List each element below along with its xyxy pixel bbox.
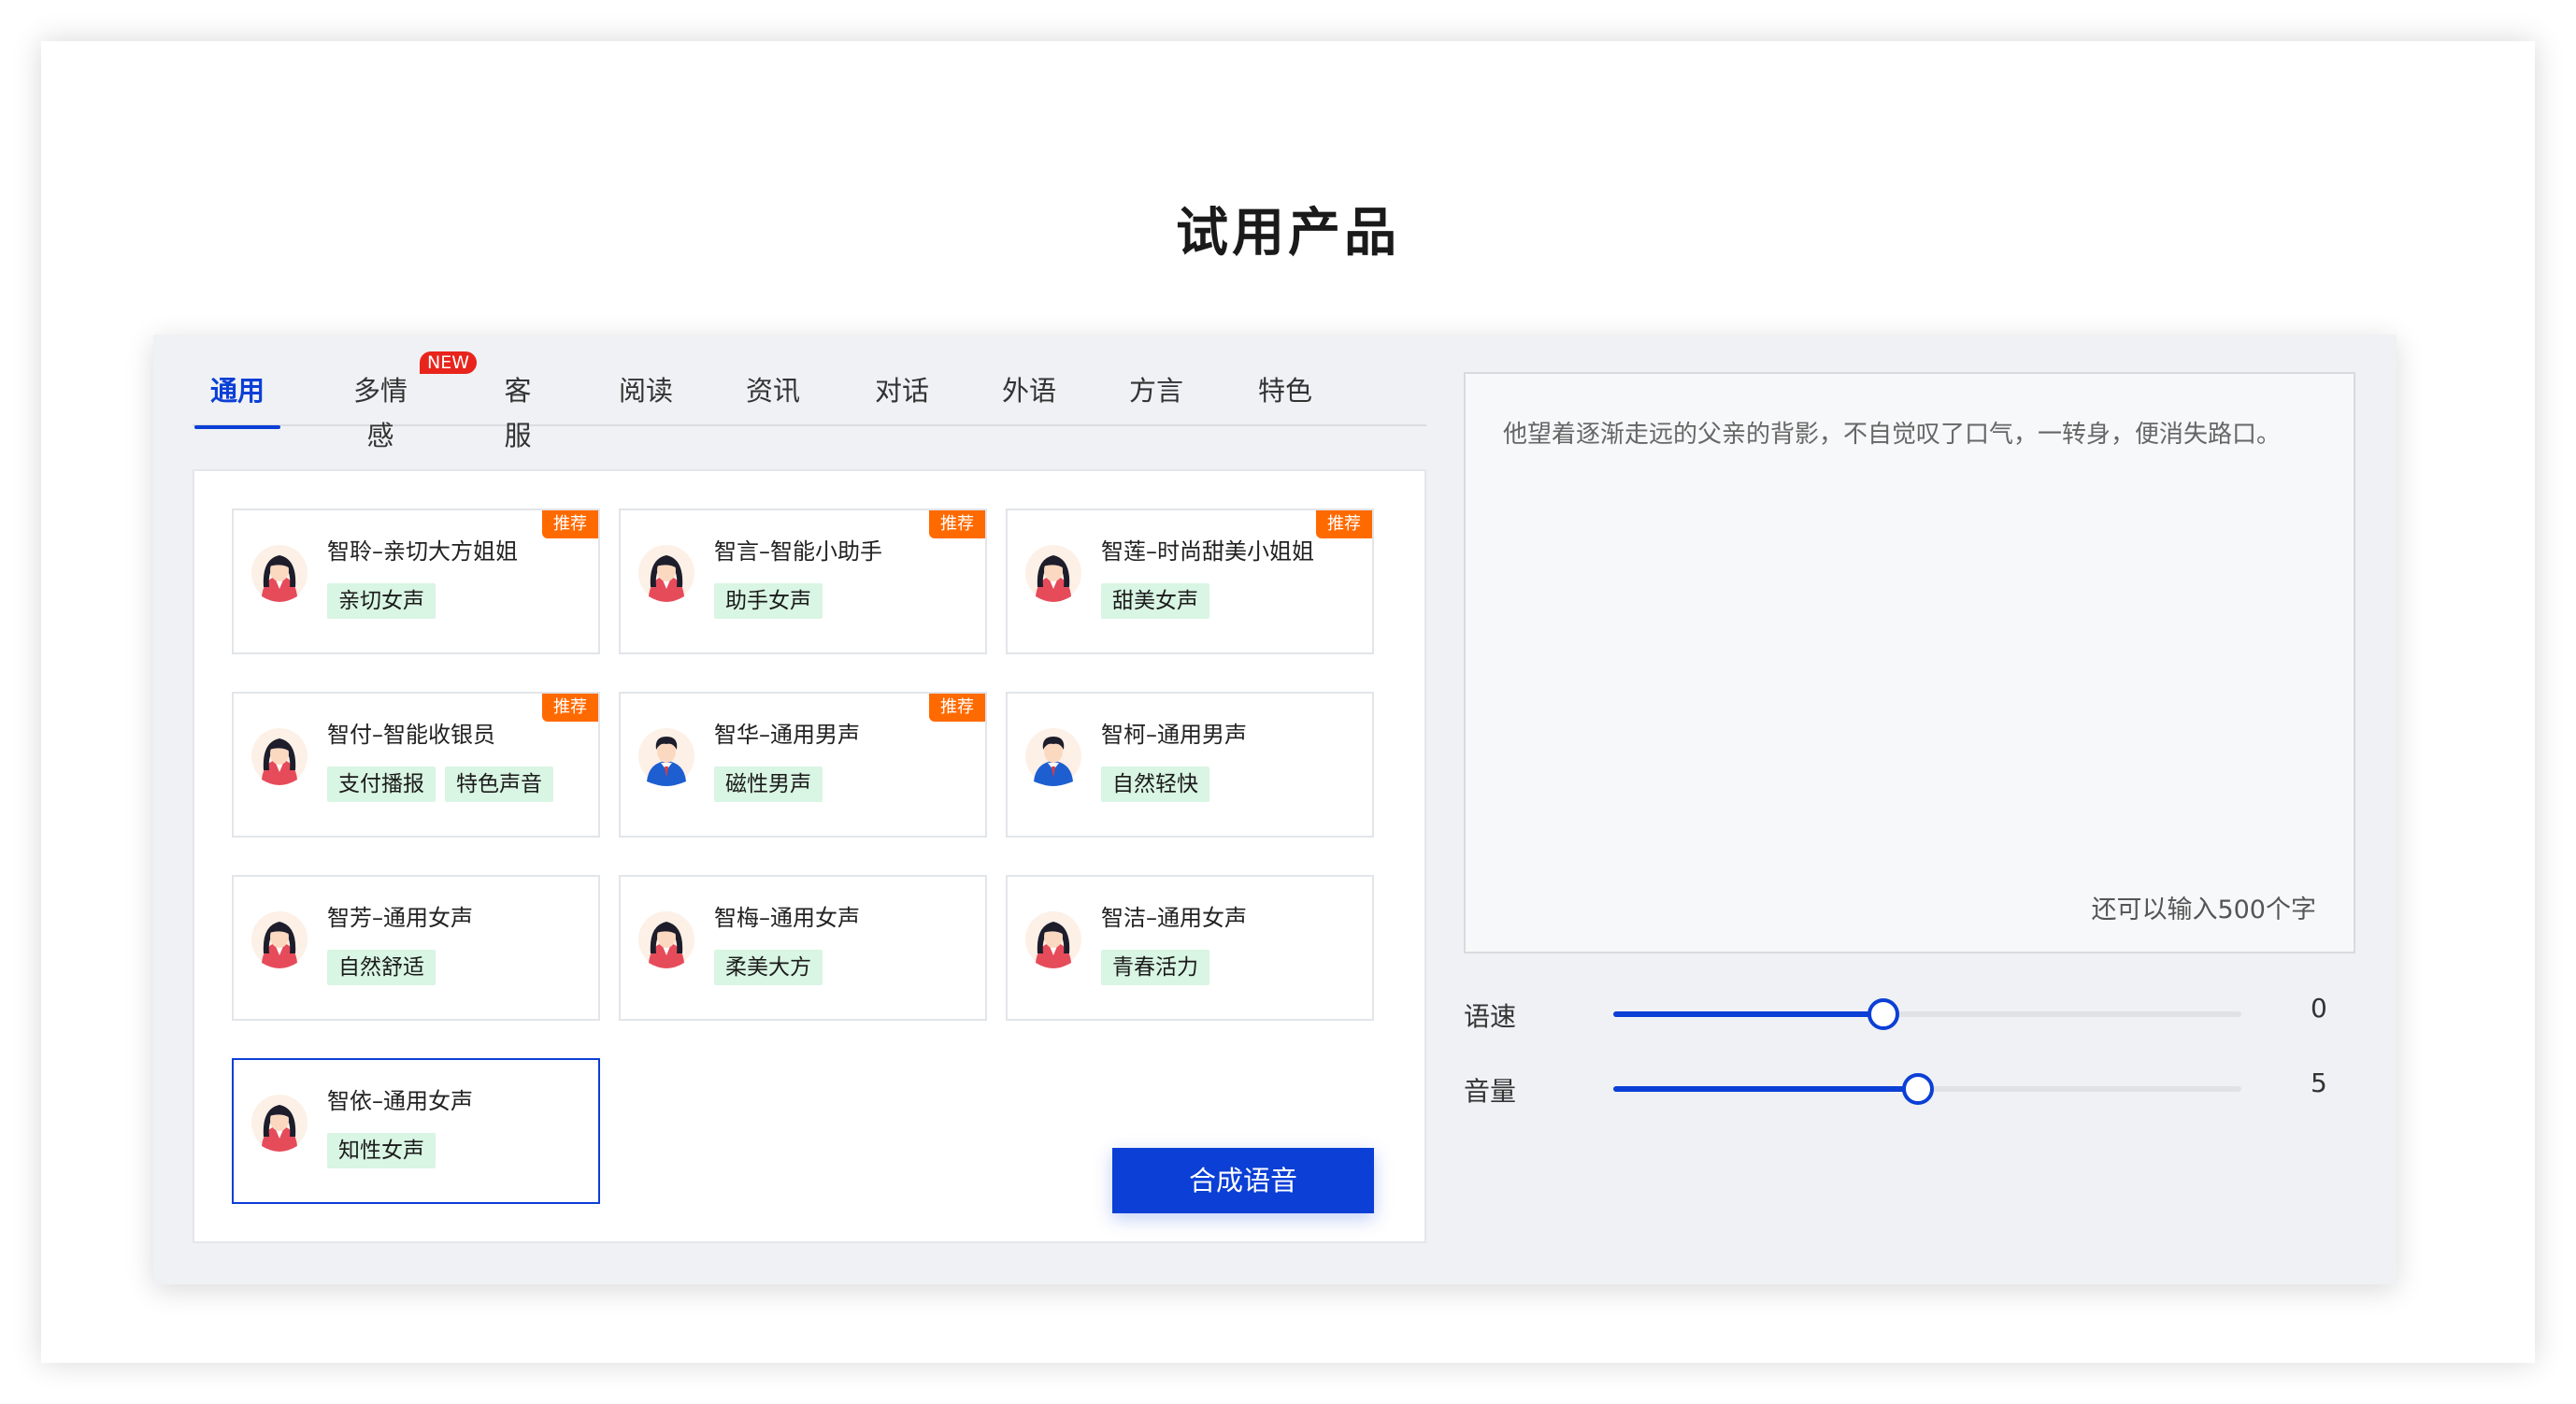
voice-name: 智言–智能小助手 (714, 538, 882, 565)
voice-name: 智依–通用女声 (327, 1088, 473, 1114)
tab-label: 客服 (504, 375, 532, 451)
voice-tags: 青春活力 (1101, 950, 1209, 985)
tab-6[interactable]: 外语 (1002, 368, 1056, 426)
speed-slider-fill (1613, 1011, 1883, 1017)
voice-tags: 磁性男声 (714, 766, 823, 802)
voice-name: 智华–通用男声 (714, 722, 860, 748)
voice-card[interactable]: 智华–通用男声磁性男声 推荐 (619, 692, 987, 838)
female-avatar-icon (250, 542, 308, 604)
female-avatar-icon (250, 725, 308, 787)
voice-card[interactable]: 智梅–通用女声柔美大方 (619, 875, 987, 1021)
voice-tag: 甜美女声 (1101, 583, 1209, 619)
male-avatar-icon (1024, 725, 1082, 787)
female-avatar-icon (250, 1092, 308, 1153)
volume-slider-thumb[interactable] (1901, 1073, 1934, 1105)
voice-name: 智聆–亲切大方姐姐 (327, 538, 518, 565)
tab-label: 特色 (1258, 375, 1313, 407)
voice-card[interactable]: 智聆–亲切大方姐姐亲切女声 推荐 (232, 509, 600, 654)
text-input-content[interactable]: 他望着逐渐走远的父亲的背影，不自觉叹了口气，一转身，便消失路口。 (1503, 411, 2316, 458)
speed-label: 语速 (1464, 1001, 1517, 1032)
tab-2[interactable]: 客服 (492, 368, 544, 451)
tab-8[interactable]: 特色 (1258, 368, 1312, 426)
tab-label: 外语 (1002, 375, 1057, 407)
tab-0[interactable]: 通用 (194, 368, 280, 429)
speed-slider-thumb[interactable] (1867, 998, 1899, 1030)
speed-slider-track[interactable] (1613, 998, 2241, 1030)
voice-tags: 知性女声 (327, 1133, 436, 1168)
voice-name: 智柯–通用男声 (1101, 722, 1247, 748)
voice-card[interactable]: 智莲–时尚甜美小姐姐甜美女声 推荐 (1006, 509, 1374, 654)
tab-7[interactable]: 方言 (1129, 368, 1183, 426)
voice-tag: 自然轻快 (1101, 766, 1209, 802)
recommended-badge: 推荐 (542, 510, 598, 538)
tab-label: 通用 (209, 375, 265, 407)
voice-category-tabs: 通用 多情感 NEW 客服 阅读 资讯 对话 外语 方言 特色 (193, 351, 1426, 451)
tab-label: 多情感 (352, 375, 408, 451)
speed-slider-row: 语速 0 (1464, 991, 2355, 1038)
voice-tag: 支付播报 (327, 766, 436, 802)
recommended-badge: 推荐 (929, 510, 985, 538)
volume-slider-track[interactable] (1613, 1073, 2241, 1105)
voice-tag: 青春活力 (1101, 950, 1209, 985)
tab-label: 阅读 (619, 375, 674, 407)
voice-name: 智莲–时尚甜美小姐姐 (1101, 538, 1314, 565)
voice-tags: 支付播报 特色声音 (327, 766, 553, 802)
tab-1[interactable]: 多情感 NEW (340, 351, 477, 451)
voice-name: 智洁–通用女声 (1101, 905, 1247, 931)
trial-panel: 通用 多情感 NEW 客服 阅读 资讯 对话 外语 方言 特色 智聆–亲切大方姐姐 亲切女声 推荐 智言… (153, 335, 2397, 1284)
voice-card-grid: 智聆–亲切大方姐姐 亲切女声 推荐 智言–智能小助手 助手女声 推荐 智莲–时尚甜美小姐姐甜… (193, 469, 1426, 1243)
voice-tags: 自然轻快 (1101, 766, 1209, 802)
speed-value: 0 (2311, 993, 2327, 1024)
voice-name: 智付–智能收银员 (327, 722, 495, 748)
female-avatar-icon (637, 909, 695, 970)
synthesize-button[interactable]: 合成语音 (1112, 1148, 1374, 1213)
voice-card[interactable]: 智依–通用女声知性女声 (232, 1058, 600, 1204)
voice-tags: 自然舒适 (327, 950, 436, 985)
male-avatar-icon (637, 725, 695, 787)
voice-tag: 知性女声 (327, 1133, 436, 1168)
female-avatar-icon (1024, 542, 1082, 604)
tab-4[interactable]: 资讯 (746, 368, 800, 426)
voice-card[interactable]: 智柯–通用男声自然轻快 (1006, 692, 1374, 838)
voice-card[interactable]: 智洁–通用女声青春活力 (1006, 875, 1374, 1021)
tab-3[interactable]: 阅读 (619, 368, 673, 426)
female-avatar-icon (1024, 909, 1082, 970)
voice-tags: 亲切女声 (327, 583, 436, 619)
voice-tag: 亲切女声 (327, 583, 436, 619)
text-input-box[interactable]: 他望着逐渐走远的父亲的背影，不自觉叹了口气，一转身，便消失路口。 还可以输入50… (1464, 372, 2355, 953)
female-avatar-icon (637, 542, 695, 604)
volume-slider-fill (1613, 1086, 1918, 1092)
recommended-badge: 推荐 (542, 694, 598, 722)
female-avatar-icon (250, 909, 308, 970)
page-title: 试用产品 (1176, 203, 1400, 264)
voice-card[interactable]: 智芳–通用女声自然舒适 (232, 875, 600, 1021)
voice-tag: 柔美大方 (714, 950, 823, 985)
voice-tags: 甜美女声 (1101, 583, 1209, 619)
voice-tag: 助手女声 (714, 583, 823, 619)
voice-tags: 助手女声 (714, 583, 823, 619)
voice-tag: 特色声音 (445, 766, 553, 802)
voice-tags: 柔美大方 (714, 950, 823, 985)
tab-label: 资讯 (746, 375, 801, 407)
voice-tag: 磁性男声 (714, 766, 823, 802)
tab-label: 对话 (875, 375, 930, 407)
char-counter: 还可以输入500个字 (2091, 895, 2316, 924)
voice-name: 智梅–通用女声 (714, 905, 860, 931)
voice-name: 智芳–通用女声 (327, 905, 473, 931)
tab-5[interactable]: 对话 (875, 368, 929, 426)
recommended-badge: 推荐 (929, 694, 985, 722)
tab-label: 方言 (1129, 375, 1184, 407)
voice-tag: 自然舒适 (327, 950, 436, 985)
page-frame: 试用产品 通用 多情感 NEW 客服 阅读 资讯 对话 外语 方言 特色 智聆–亲切大方姐姐亲切女… (41, 41, 2535, 1363)
volume-value: 5 (2311, 1067, 2327, 1098)
volume-label: 音量 (1464, 1076, 1517, 1107)
recommended-badge: 推荐 (1316, 510, 1372, 538)
voice-card[interactable]: 智言–智能小助手助手女声 推荐 (619, 509, 987, 654)
voice-card[interactable]: 智付–智能收银员支付播报 特色声音 推荐 (232, 692, 600, 838)
new-badge: NEW (419, 351, 477, 374)
volume-slider-row: 音量 5 (1464, 1066, 2355, 1112)
